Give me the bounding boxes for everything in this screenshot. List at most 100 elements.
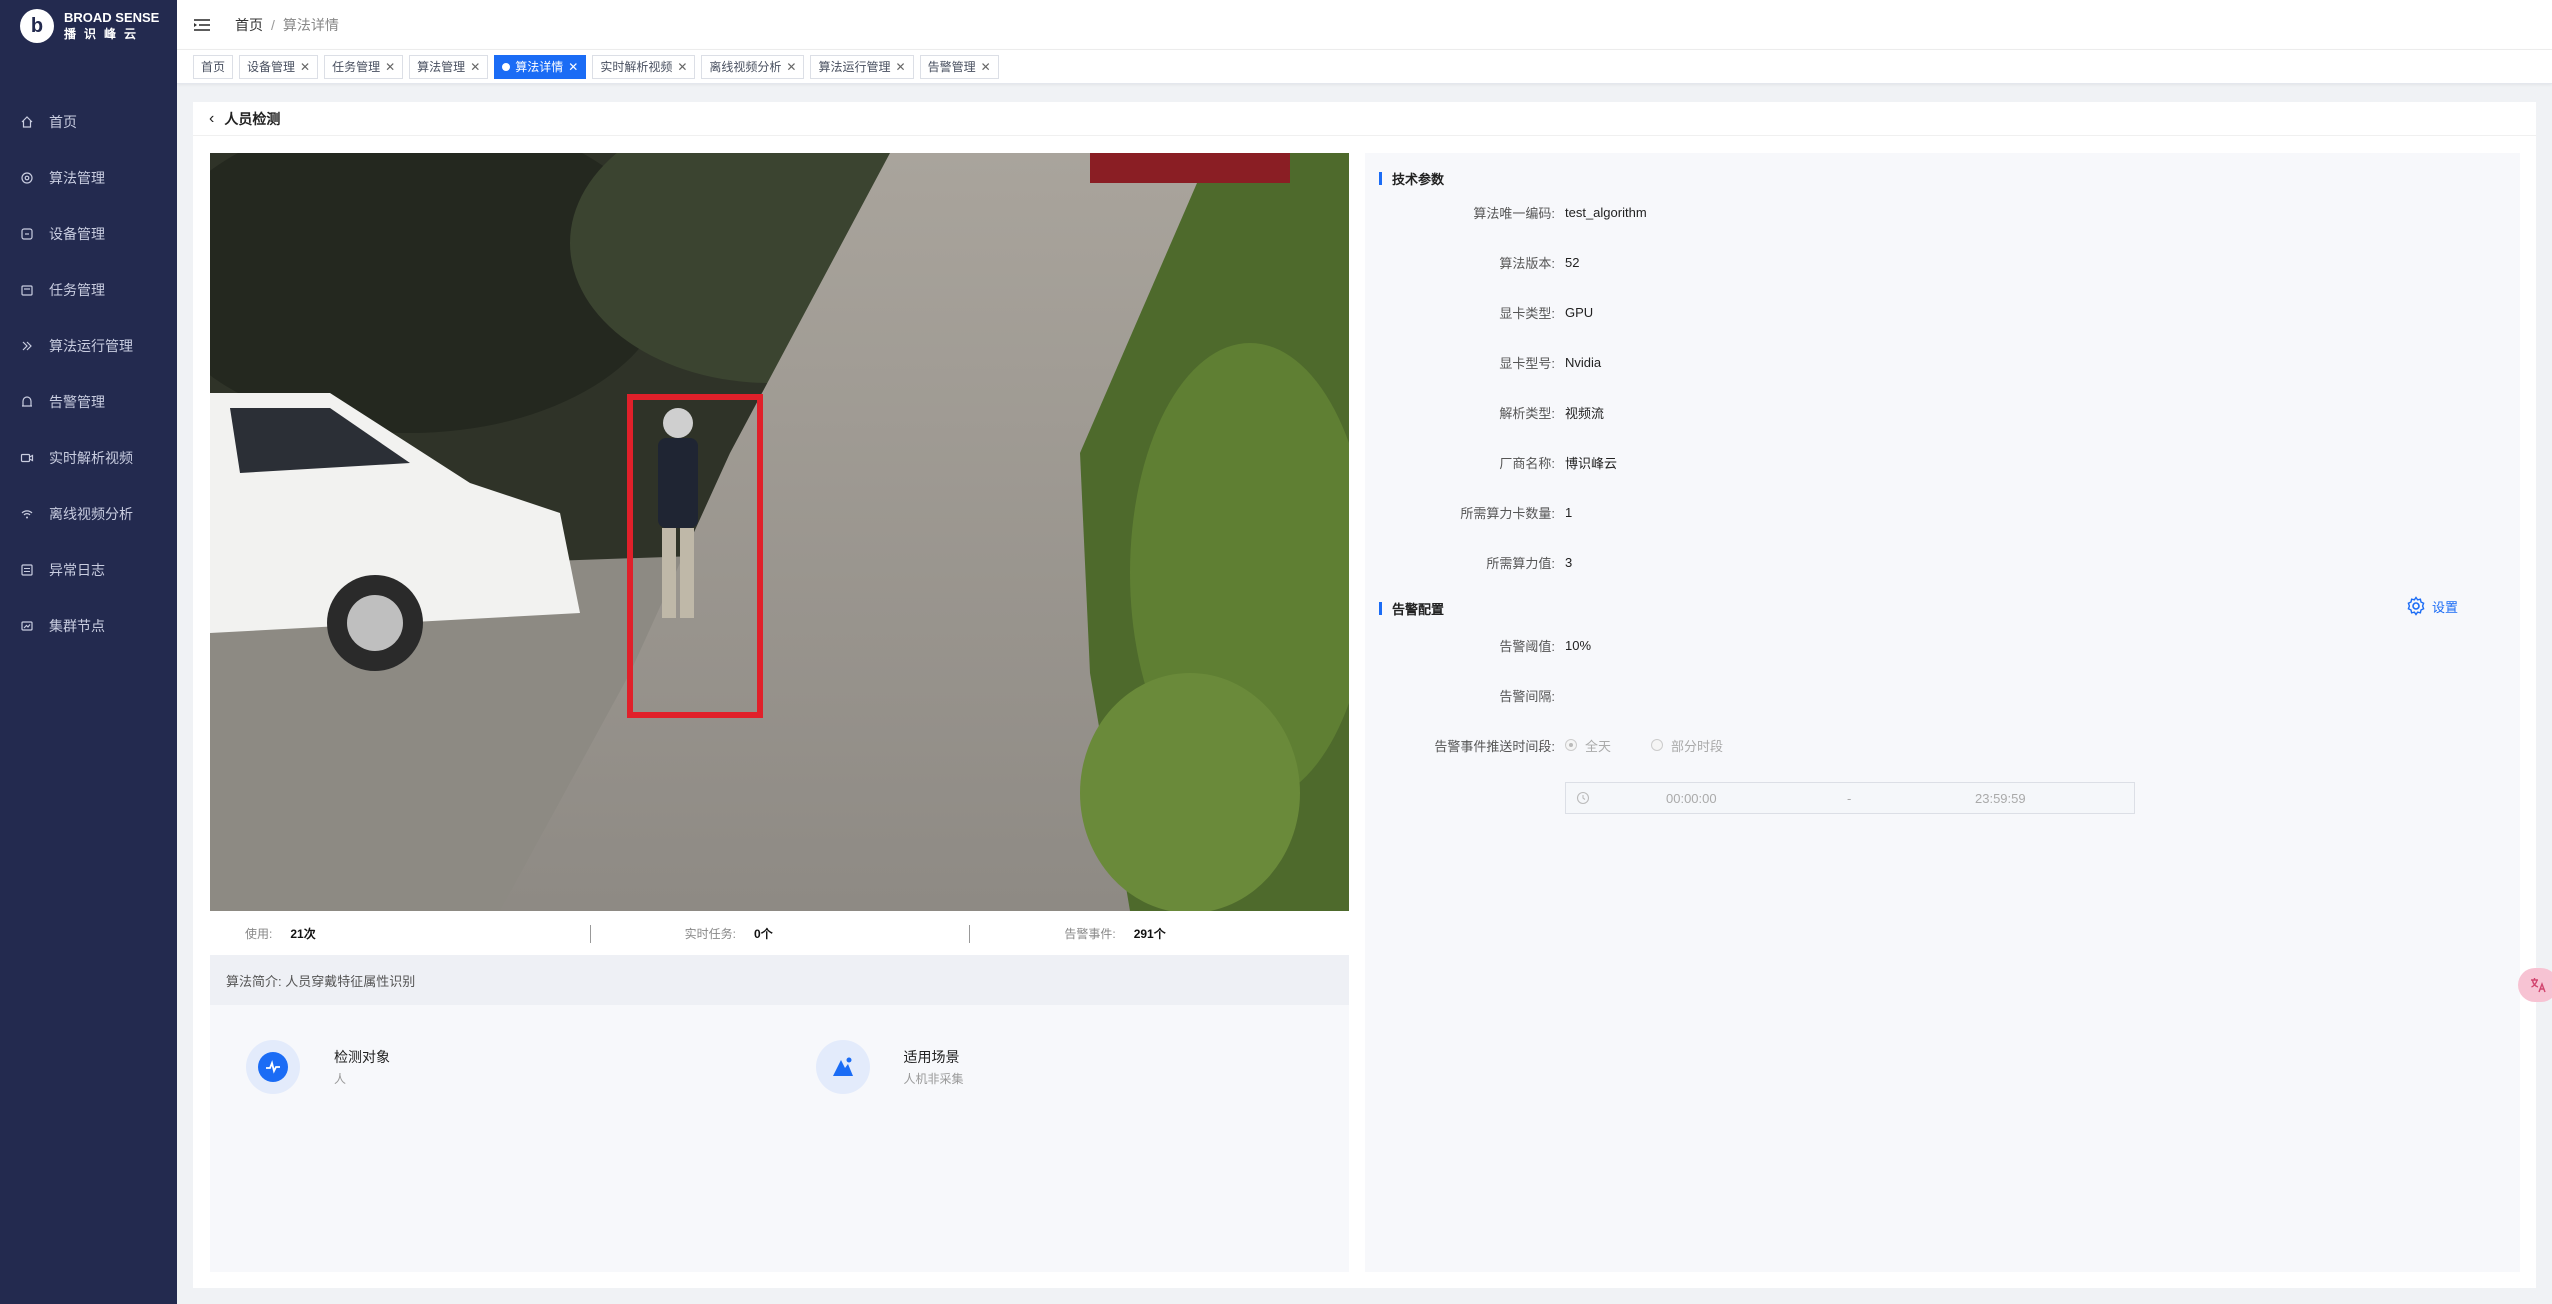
time-range-separator: - <box>1847 790 1852 806</box>
stat-label: 实时任务: <box>684 926 737 941</box>
param-row: 所需算力卡数量: 1 <box>1365 502 2165 522</box>
log-icon <box>20 563 34 577</box>
device-icon <box>20 227 34 241</box>
sidebar-item-label: 实时解析视频 <box>49 450 133 466</box>
tab-algorithm-management[interactable]: 算法管理 ✕ <box>409 54 489 79</box>
feature-subtitle: 人机非采集 <box>903 1072 964 1086</box>
stat-label: 告警事件: <box>1064 926 1116 941</box>
sidebar-item-label: 设备管理 <box>49 226 105 242</box>
param-label: 算法版本: <box>1499 255 1555 271</box>
tab-label: 算法管理 <box>417 60 466 74</box>
stat-value: 0个 <box>754 926 773 941</box>
tab-algorithm-run[interactable]: 算法运行管理 ✕ <box>810 54 914 79</box>
algorithm-intro: 算法简介: 人员穿戴特征属性识别 <box>210 955 1349 1005</box>
sidebar: b BROAD SENSE 播识峰云 首页 算法管理 设备管理 任务管理 算法运… <box>0 0 177 1304</box>
tab-realtime-video[interactable]: 实时解析视频 ✕ <box>592 54 696 79</box>
algorithm-info-panel: 技术参数 算法唯一编码: test_algorithm 算法版本: 52 显卡类型:… <box>1365 153 2520 1272</box>
radio-label: 全天 <box>1585 738 1612 754</box>
page-header: ‹ 人员检测 <box>193 102 2536 136</box>
close-icon[interactable]: ✕ <box>981 60 991 74</box>
param-row: 厂商名称: 博识峰云 <box>1365 452 2165 472</box>
stat-value: 21次 <box>290 926 316 941</box>
sidebar-item-device[interactable]: 设备管理 <box>0 206 177 262</box>
back-arrow-icon[interactable]: ‹ <box>209 110 214 128</box>
tab-label: 任务管理 <box>332 60 381 74</box>
alarm-push-row: 告警事件推送时间段: 全天 部分时段 <box>1365 735 2165 755</box>
tab-offline-video[interactable]: 离线视频分析 ✕ <box>701 54 805 79</box>
sidebar-item-offline-video[interactable]: 离线视频分析 <box>0 486 177 542</box>
close-icon[interactable]: ✕ <box>300 60 310 74</box>
settings-button[interactable]: 设置 <box>2406 596 2458 616</box>
param-label: 所需算力值: <box>1486 555 1555 571</box>
sidebar-item-run[interactable]: 算法运行管理 <box>0 318 177 374</box>
param-label: 厂商名称: <box>1499 455 1555 471</box>
run-icon <box>20 339 34 353</box>
param-value: 视频流 <box>1565 405 1605 421</box>
close-icon[interactable]: ✕ <box>896 60 906 74</box>
tab-label: 离线视频分析 <box>709 60 782 74</box>
clock-icon <box>1576 791 1590 805</box>
time-range-picker[interactable]: 00:00:00 - 23:59:59 <box>1565 782 2135 814</box>
sidebar-item-label: 首页 <box>49 114 77 130</box>
close-icon[interactable]: ✕ <box>385 60 395 74</box>
sidebar-item-home[interactable]: 首页 <box>0 94 177 150</box>
feature-list: 检测对象 人 适用场景 人机非采集 <box>210 1005 1349 1094</box>
sidebar-item-label: 离线视频分析 <box>49 506 133 522</box>
radio-unchecked-icon <box>1651 739 1664 751</box>
tab-label: 算法运行管理 <box>818 60 891 74</box>
tab-label: 实时解析视频 <box>600 60 673 74</box>
sidebar-item-algorithm[interactable]: 算法管理 <box>0 150 177 206</box>
param-value: test_algorithm <box>1565 204 1647 220</box>
sidebar-item-cluster[interactable]: 集群节点 <box>0 598 177 654</box>
breadcrumb: 首页 / 算法详情 <box>235 15 339 35</box>
radio-checked-icon <box>1565 739 1577 751</box>
alarm-icon <box>20 395 34 409</box>
feature-title: 适用场景 <box>903 1049 960 1065</box>
time-start[interactable]: 00:00:00 <box>1666 791 1717 806</box>
feature-title: 检测对象 <box>334 1049 390 1065</box>
sidebar-item-realtime-video[interactable]: 实时解析视频 <box>0 430 177 486</box>
close-icon[interactable]: ✕ <box>470 60 480 74</box>
radio-all-day[interactable]: 全天 <box>1565 736 1611 755</box>
close-icon[interactable]: ✕ <box>568 60 578 74</box>
tab-task-management[interactable]: 任务管理 ✕ <box>324 54 404 79</box>
sidebar-item-task[interactable]: 任务管理 <box>0 262 177 318</box>
alarm-threshold-label: 告警阈值: <box>1499 638 1555 654</box>
tab-algorithm-detail[interactable]: 算法详情 ✕ <box>494 54 587 79</box>
mountain-icon <box>815 1040 870 1094</box>
alarm-interval-label: 告警间隔: <box>1499 688 1555 704</box>
sidebar-item-label: 集群节点 <box>49 618 105 634</box>
sidebar-item-error-log[interactable]: 异常日志 <box>0 542 177 598</box>
breadcrumb-home[interactable]: 首页 <box>235 17 263 33</box>
logo[interactable]: b BROAD SENSE 播识峰云 <box>0 0 177 52</box>
alarm-push-label: 告警事件推送时间段: <box>1434 738 1555 754</box>
feature-subtitle: 人 <box>334 1072 347 1086</box>
radio-partial-period[interactable]: 部分时段 <box>1651 736 1723 755</box>
active-dot-icon <box>502 62 511 71</box>
translate-icon[interactable] <box>2518 968 2552 1002</box>
tab-alarm-management[interactable]: 告警管理 ✕ <box>919 54 999 79</box>
menu-toggle-icon[interactable] <box>193 17 211 33</box>
close-icon[interactable]: ✕ <box>786 60 796 74</box>
algorithm-preview-panel: 使用: 21次 实时任务: 0个 告警事件: 291个 算法简介: 人员穿戴特征… <box>210 153 1349 1272</box>
tab-home[interactable]: 首页 <box>193 54 234 79</box>
sidebar-item-label: 算法管理 <box>49 170 105 186</box>
tab-label: 首页 <box>201 60 226 74</box>
tab-device-management[interactable]: 设备管理 ✕ <box>239 54 319 79</box>
sidebar-item-alarm[interactable]: 告警管理 <box>0 374 177 430</box>
tab-label: 告警管理 <box>927 60 976 74</box>
time-end[interactable]: 23:59:59 <box>1975 791 2026 806</box>
param-row: 所需算力值: 3 <box>1365 552 2165 572</box>
sidebar-menu: 首页 算法管理 设备管理 任务管理 算法运行管理 告警管理 实时解析视频 离线视… <box>0 94 177 654</box>
alarm-threshold-row: 告警阈值: 10% <box>1365 635 2165 655</box>
sample-image <box>210 153 1349 911</box>
breadcrumb-current: 算法详情 <box>282 16 339 33</box>
param-value: 52 <box>1565 254 1580 270</box>
algorithm-icon <box>20 171 34 185</box>
alarm-config-title: 告警配置 <box>1379 598 1444 618</box>
close-icon[interactable]: ✕ <box>677 60 687 74</box>
breadcrumb-separator: / <box>271 16 275 33</box>
param-value: Nvidia <box>1565 354 1602 370</box>
page-title: 人员检测 <box>224 110 281 127</box>
stat-label: 使用: <box>245 926 273 941</box>
